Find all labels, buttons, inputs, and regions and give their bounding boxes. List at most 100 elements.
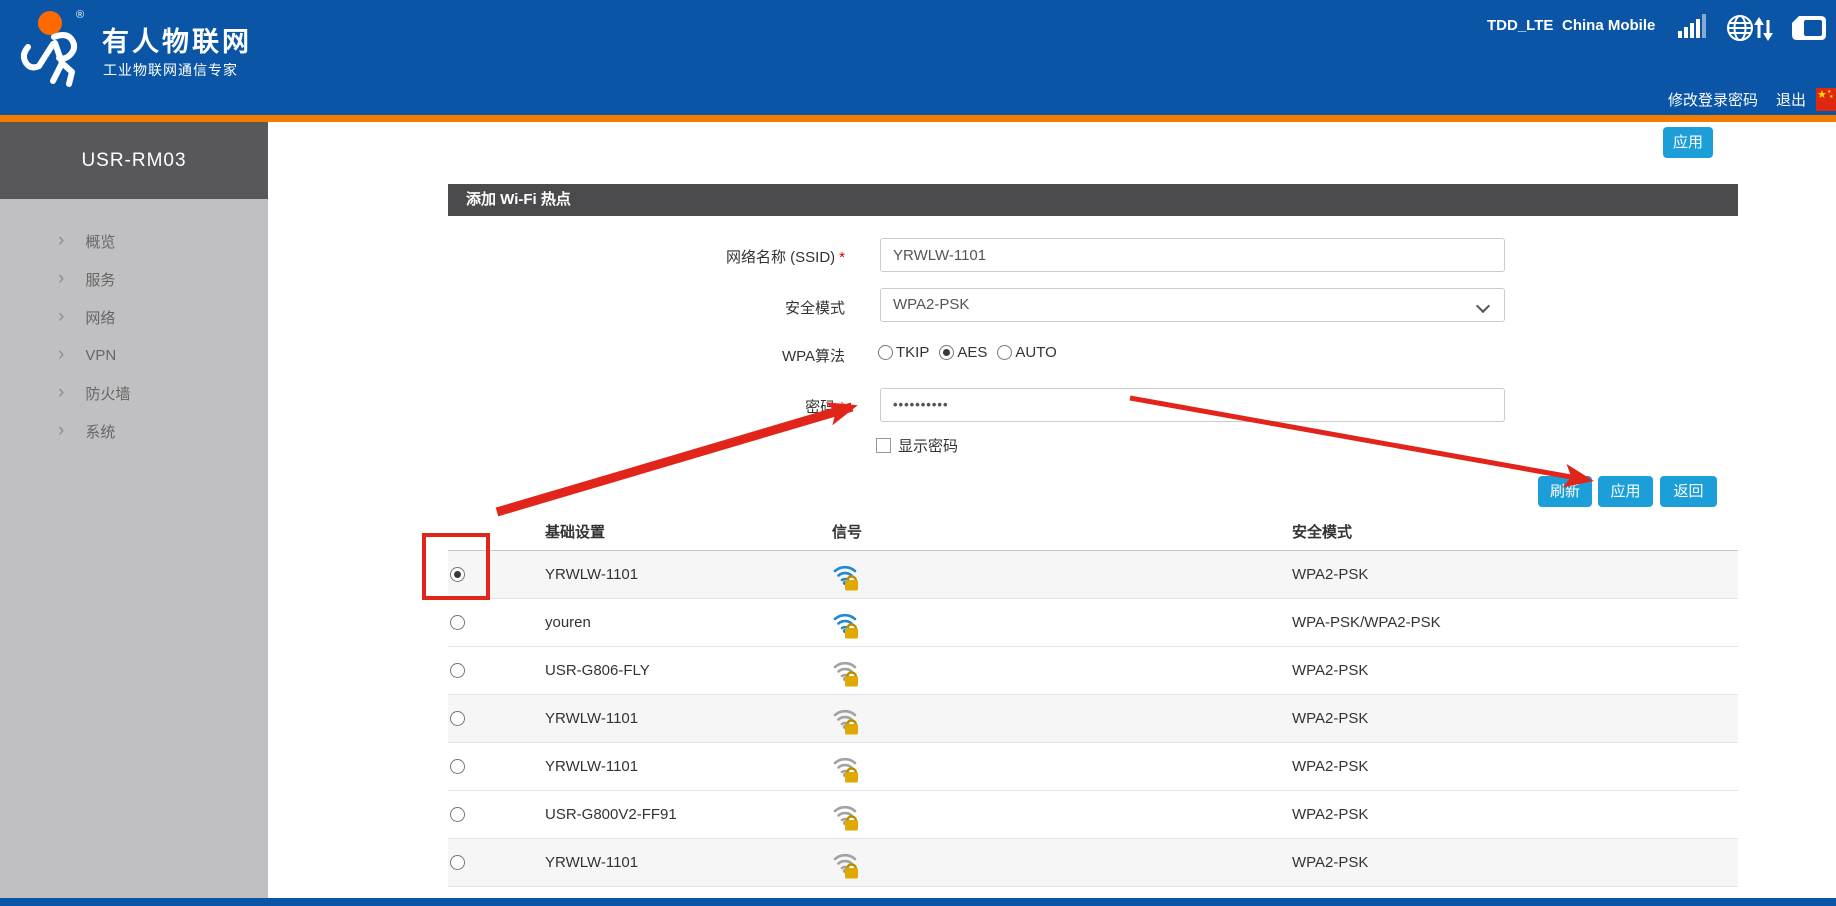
row-select-radio[interactable] <box>450 855 465 870</box>
table-header: 基础设置 信号 安全模式 <box>448 515 1738 551</box>
apply-button-top[interactable]: 应用 <box>1663 127 1713 158</box>
security-cell: WPA2-PSK <box>1292 758 1368 775</box>
table-row[interactable]: YRWLW-1101 WPA2-PSK <box>448 551 1738 599</box>
sidebar-item-label: 网络 <box>85 307 115 328</box>
sidebar-item-label: 系统 <box>85 421 115 442</box>
security-cell: WPA-PSK/WPA2-PSK <box>1292 614 1441 631</box>
sidebar-item-label: VPN <box>85 347 116 364</box>
col-signal: 信号 <box>832 521 862 542</box>
ssid-label: 网络名称 (SSID)* <box>448 246 845 267</box>
sidebar-item-label: 防火墙 <box>85 383 130 404</box>
usr-iot-logo-icon: ® <box>14 5 96 92</box>
security-cell: WPA2-PSK <box>1292 710 1368 727</box>
brand-title: 有人物联网 <box>102 20 252 59</box>
password-input[interactable]: •••••••••• <box>880 388 1505 422</box>
network-type-label: TDD_LTE <box>1487 17 1553 34</box>
row-select-radio[interactable] <box>450 807 465 822</box>
chevron-right-icon: › <box>58 383 64 402</box>
security-mode-label: 安全模式 <box>448 297 845 318</box>
ssid-cell: YRWLW-1101 <box>545 758 638 775</box>
table-row[interactable]: youren WPA-PSK/WPA2-PSK <box>448 599 1738 647</box>
show-password-row: 显示密码 <box>876 435 958 456</box>
chevron-right-icon: › <box>58 421 64 440</box>
wpa-option[interactable]: TKIP <box>878 344 929 361</box>
col-basic-settings: 基础设置 <box>545 521 605 542</box>
sidebar-item[interactable]: › 系统 <box>0 412 268 450</box>
security-cell: WPA2-PSK <box>1292 566 1368 583</box>
table-row[interactable]: YRWLW-1101 WPA2-PSK <box>448 839 1738 887</box>
globe-data-icon <box>1726 12 1776 49</box>
wifi-scan-table: 基础设置 信号 安全模式 YRWLW-1101 WPA2 <box>448 515 1738 906</box>
security-cell: WPA2-PSK <box>1292 662 1368 679</box>
wifi-lock-signal-icon <box>832 703 860 740</box>
wpa-option[interactable]: AES <box>939 344 987 361</box>
security-cell: WPA2-PSK <box>1292 854 1368 871</box>
security-mode-select[interactable]: WPA2-PSK <box>880 288 1505 322</box>
ssid-cell: YRWLW-1101 <box>545 854 638 871</box>
row-select-radio[interactable] <box>450 567 465 582</box>
back-button[interactable]: 返回 <box>1660 476 1717 507</box>
wifi-lock-signal-icon <box>832 559 860 596</box>
device-name: USR-RM03 <box>0 122 268 199</box>
apply-button[interactable]: 应用 <box>1598 476 1653 507</box>
ssid-cell: USR-G806-FLY <box>545 662 650 679</box>
sidebar-item[interactable]: › 网络 <box>0 298 268 336</box>
sidebar-item[interactable]: › 概览 <box>0 222 268 260</box>
wpa-option-label: AES <box>957 344 987 361</box>
required-asterisk: * <box>839 249 845 266</box>
logout-link[interactable]: 退出 <box>1776 89 1806 110</box>
wifi-lock-signal-icon <box>832 751 860 788</box>
table-row[interactable]: USR-G806-FLY WPA2-PSK <box>448 647 1738 695</box>
brand-subtitle: 工业物联网通信专家 <box>103 60 238 80</box>
wpa-radio[interactable] <box>997 345 1012 360</box>
chevron-right-icon: › <box>58 345 64 364</box>
accent-divider <box>0 115 1836 122</box>
wifi-lock-signal-icon <box>832 607 860 644</box>
sidebar: USR-RM03 › 概览 › 服务 › 网络 › VPN › 防火墙 › 系统 <box>0 122 268 906</box>
wpa-radio[interactable] <box>878 345 893 360</box>
ssid-cell: YRWLW-1101 <box>545 566 638 583</box>
required-asterisk: * <box>839 399 845 416</box>
chevron-right-icon: › <box>58 307 64 326</box>
sidebar-item[interactable]: › VPN <box>0 336 268 374</box>
top-header: ® 有人物联网 工业物联网通信专家 TDD_LTE China Mobile <box>0 0 1836 115</box>
wifi-lock-signal-icon <box>832 847 860 884</box>
password-label: 密码* <box>448 396 845 417</box>
ssid-cell: youren <box>545 614 591 631</box>
page: ® 有人物联网 工业物联网通信专家 TDD_LTE China Mobile <box>0 0 1836 906</box>
ssid-cell: YRWLW-1101 <box>545 710 638 727</box>
security-cell: WPA2-PSK <box>1292 806 1368 823</box>
wpa-options: TKIP AES AUTO <box>878 344 1063 361</box>
row-select-radio[interactable] <box>450 711 465 726</box>
table-row[interactable]: YRWLW-1101 WPA2-PSK <box>448 695 1738 743</box>
sidebar-item[interactable]: › 服务 <box>0 260 268 298</box>
row-select-radio[interactable] <box>450 663 465 678</box>
table-row[interactable]: USR-G800V2-FF91 WPA2-PSK <box>448 791 1738 839</box>
wifi-lock-signal-icon <box>832 799 860 836</box>
table-row[interactable]: YRWLW-1101 WPA2-PSK <box>448 743 1738 791</box>
wpa-option[interactable]: AUTO <box>997 344 1056 361</box>
row-select-radio[interactable] <box>450 759 465 774</box>
signal-bars-icon <box>1678 12 1710 45</box>
china-flag-icon[interactable]: ★ ★ ★ <box>1816 88 1836 111</box>
col-security-mode: 安全模式 <box>1292 521 1352 542</box>
row-select-radio[interactable] <box>450 615 465 630</box>
sim-card-icon <box>1790 14 1828 47</box>
sidebar-item[interactable]: › 防火墙 <box>0 374 268 412</box>
wpa-option-label: TKIP <box>896 344 929 361</box>
form-title-bar: 添加 Wi-Fi 热点 <box>448 184 1738 216</box>
ssid-input[interactable] <box>880 238 1505 272</box>
sidebar-menu: › 概览 › 服务 › 网络 › VPN › 防火墙 › 系统 <box>0 222 268 450</box>
annotation-arrow-password <box>497 407 852 512</box>
chevron-right-icon: › <box>58 231 64 250</box>
refresh-button[interactable]: 刷新 <box>1538 476 1592 507</box>
chevron-right-icon: › <box>58 269 64 288</box>
wpa-algorithm-label: WPA算法 <box>448 345 845 366</box>
wpa-radio[interactable] <box>939 345 954 360</box>
sidebar-item-label: 服务 <box>85 269 115 290</box>
show-password-checkbox[interactable] <box>876 438 891 453</box>
registered-mark: ® <box>76 9 84 21</box>
bottom-blue-bar <box>0 898 1836 906</box>
carrier-label: China Mobile <box>1562 17 1655 34</box>
change-password-link[interactable]: 修改登录密码 <box>1668 89 1758 110</box>
